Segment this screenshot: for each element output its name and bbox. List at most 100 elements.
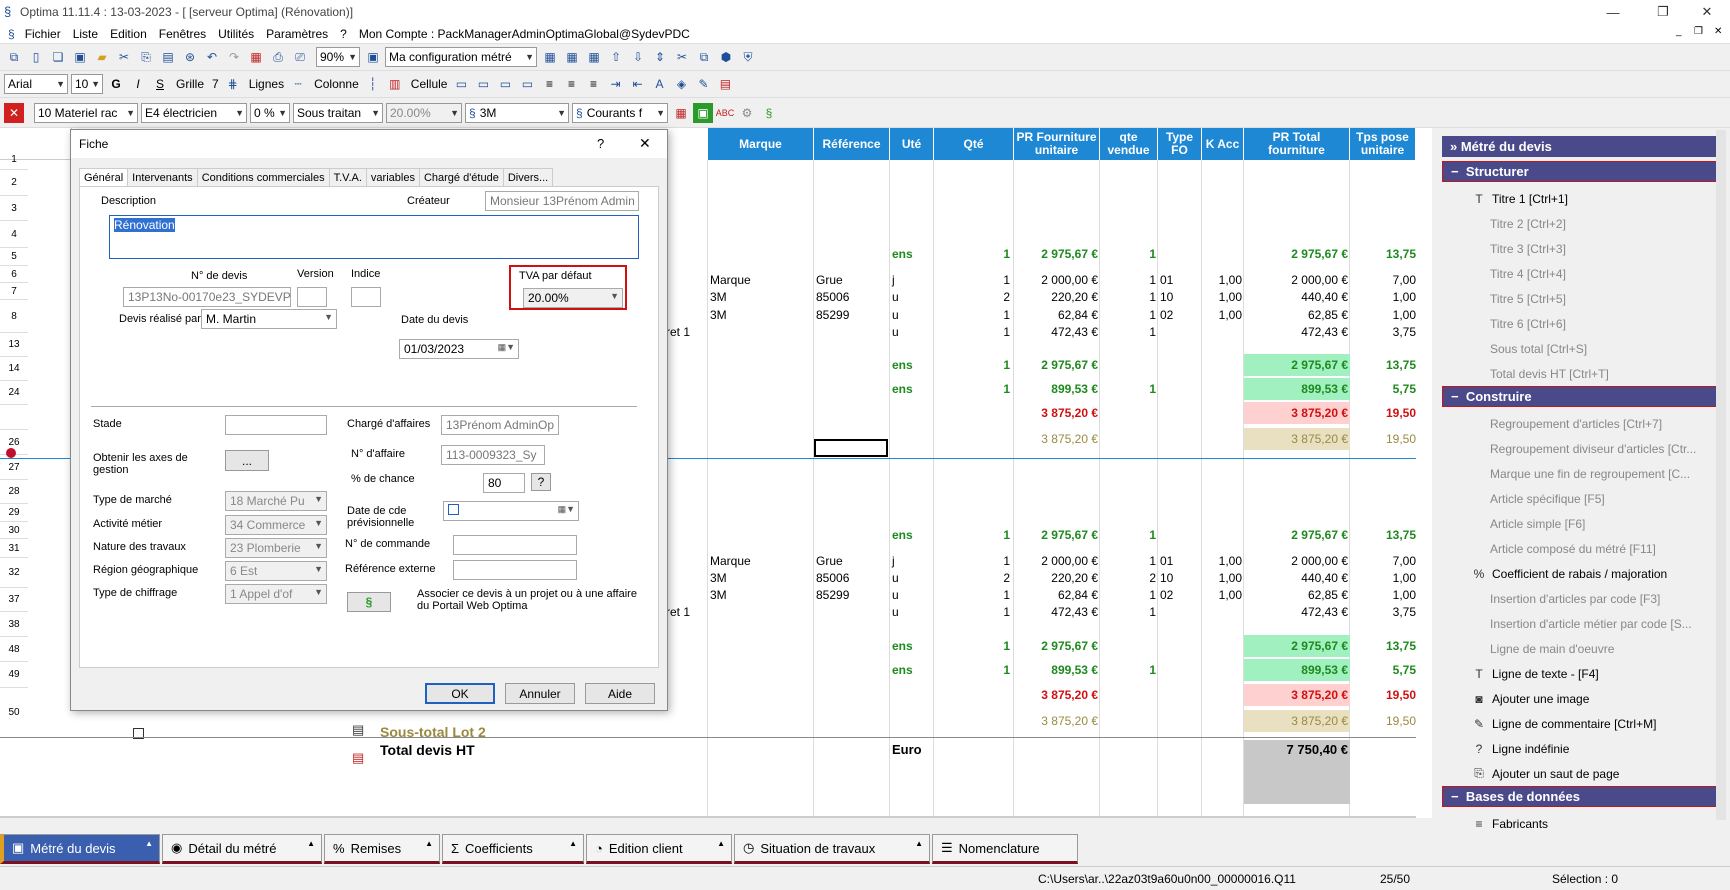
outdent-icon[interactable]: ⇤	[627, 74, 647, 94]
row-number[interactable]: 4	[0, 221, 28, 248]
construire-item-9[interactable]: Ligne de main d'oeuvre	[1442, 636, 1718, 661]
cell-border4-icon[interactable]: ▭	[517, 74, 537, 94]
arrow-up-icon[interactable]: ⇧	[606, 47, 626, 67]
panel-metre-header[interactable]: » Métré du devis	[1442, 136, 1718, 157]
menu-utilites[interactable]: Utilités	[218, 27, 254, 41]
column-header-3[interactable]: Qté	[934, 128, 1014, 160]
dialog-tab-2[interactable]: Conditions commerciales	[196, 168, 330, 187]
row-number[interactable]: 28	[0, 480, 28, 504]
axes-button[interactable]: ...	[225, 450, 269, 471]
menu-fenetres[interactable]: Fenêtres	[159, 27, 206, 41]
cell-border-icon[interactable]: ▭	[451, 74, 471, 94]
construire-item-4[interactable]: Article simple [F6]	[1442, 511, 1718, 536]
column-header-5[interactable]: qte vendue	[1100, 128, 1158, 160]
tab-coefficients[interactable]: Σ Coefficients ▲	[442, 834, 584, 864]
row-number[interactable]: 29	[0, 504, 28, 522]
pct-select[interactable]: 0 % ▼	[250, 103, 290, 123]
minimize-button[interactable]: —	[1590, 0, 1636, 24]
copy-icon[interactable]: ⎘	[136, 47, 156, 67]
column-header-2[interactable]: Uté	[890, 128, 934, 160]
structurer-item-5[interactable]: Titre 6 [Ctrl+6]	[1442, 311, 1718, 336]
brush-icon[interactable]: ✎	[693, 74, 713, 94]
description-field[interactable]: Rénovation	[109, 215, 639, 259]
menu-parametres[interactable]: Paramètres	[266, 27, 328, 41]
construire-item-12[interactable]: ✎ Ligne de commentaire [Ctrl+M]	[1442, 711, 1718, 736]
layers-icon[interactable]: ⧉	[694, 47, 714, 67]
createur-field[interactable]: Monsieur 13Prénom Admin	[485, 191, 639, 211]
align-center-icon[interactable]: ≡	[561, 74, 581, 94]
ok-button[interactable]: OK	[425, 683, 495, 704]
brand-select[interactable]: § 3M ▼	[465, 103, 569, 123]
nature-select[interactable]: 23 Plomberie ▼	[225, 538, 327, 558]
column-style-icon[interactable]: ┆	[363, 74, 383, 94]
construire-item-0[interactable]: Regroupement d'articles [Ctrl+7]	[1442, 411, 1718, 436]
structurer-item-1[interactable]: Titre 2 [Ctrl+2]	[1442, 211, 1718, 236]
sous-traitan-select[interactable]: Sous traitan ▼	[293, 103, 383, 123]
align-left-icon[interactable]: ≡	[539, 74, 559, 94]
activite-select[interactable]: 34 Commerce ▼	[225, 515, 327, 535]
panel-structurer-header[interactable]: − Structurer	[1442, 161, 1718, 182]
column-header-1[interactable]: Référence	[814, 128, 890, 160]
windows-icon[interactable]: ⧉	[4, 47, 24, 67]
structurer-item-0[interactable]: T Titre 1 [Ctrl+1]	[1442, 186, 1718, 211]
h-scroll-track[interactable]	[0, 816, 1416, 818]
font-select[interactable]: Arial ▼	[4, 74, 68, 94]
save-config-icon[interactable]: ▣	[363, 47, 383, 67]
panel-scrollbar[interactable]	[1716, 130, 1726, 820]
construire-item-1[interactable]: Regroupement diviseur d'articles [Ctr...	[1442, 436, 1718, 461]
new-icon[interactable]: ▯	[26, 47, 46, 67]
region-select[interactable]: 6 Est ▼	[225, 561, 327, 581]
construire-item-8[interactable]: Insertion d'article métier par code [S..…	[1442, 611, 1718, 636]
stamp-icon[interactable]: ⊛	[180, 47, 200, 67]
electricien-select[interactable]: E4 électricien ▼	[141, 103, 247, 123]
row-number[interactable]: 3	[0, 196, 28, 221]
column-header-0[interactable]: Marque	[708, 128, 814, 160]
underline-button[interactable]: S	[150, 74, 170, 94]
tab-situation-de-travaux[interactable]: ◷ Situation de travaux ▲	[734, 834, 930, 864]
tab-nomenclature[interactable]: ☰ Nomenclature	[932, 834, 1078, 864]
structurer-item-6[interactable]: Sous total [Ctrl+S]	[1442, 336, 1718, 361]
column-header-9[interactable]: Tps pose unitaire	[1350, 128, 1416, 160]
rate-select[interactable]: 20.00% ▼	[386, 103, 462, 123]
palette-icon[interactable]: ▦	[671, 103, 691, 123]
font-size-select[interactable]: 10 ▼	[71, 74, 103, 94]
row-number[interactable]: 2	[0, 170, 28, 196]
portail-button[interactable]: §	[347, 592, 391, 612]
menu-help[interactable]: ?	[340, 27, 347, 41]
mdi-close[interactable]: ✕	[1714, 26, 1722, 37]
tab-edition-client[interactable]: ◔ Edition client ▲	[586, 834, 732, 864]
grid2-icon[interactable]: ▦	[562, 47, 582, 67]
row-number[interactable]: 50	[0, 688, 28, 738]
copy-doc-icon[interactable]: ❏	[48, 47, 68, 67]
row-number[interactable]: 31	[0, 539, 28, 558]
tva-select[interactable]: 20.00% ▼	[523, 288, 623, 308]
mdi-minimize[interactable]: _	[1676, 26, 1682, 37]
undo-icon[interactable]: ↶	[202, 47, 222, 67]
chance-help-button[interactable]: ?	[531, 473, 551, 491]
row-number[interactable]	[0, 405, 28, 430]
construire-item-7[interactable]: Insertion d'articles par code [F3]	[1442, 586, 1718, 611]
grid-lines-icon[interactable]: ⋕	[223, 74, 243, 94]
arrow-down-icon[interactable]: ⇩	[628, 47, 648, 67]
dialog-tab-1[interactable]: Intervenants	[127, 168, 198, 187]
row-number[interactable]: 8	[0, 300, 28, 333]
construire-item-14[interactable]: ⎘ Ajouter un saut de page	[1442, 761, 1718, 786]
chiffrage-select[interactable]: 1 Appel d'of ▼	[225, 584, 327, 604]
delete-icon[interactable]: ✕	[4, 103, 24, 123]
menu-edition[interactable]: Edition	[110, 27, 147, 41]
dialog-tab-5[interactable]: Chargé d'étude	[418, 168, 504, 187]
charge-field[interactable]: 13Prénom AdminOp	[441, 415, 559, 435]
checkbox-row-49[interactable]	[128, 724, 148, 742]
construire-item-3[interactable]: Article spécifique [F5]	[1442, 486, 1718, 511]
stade-field[interactable]	[225, 415, 327, 435]
indice-field[interactable]	[351, 287, 381, 307]
column-header-4[interactable]: PR Fourniture unitaire	[1014, 128, 1100, 160]
construire-item-11[interactable]: ◙ Ajouter une image	[1442, 686, 1718, 711]
dialog-help-button[interactable]: ?	[597, 136, 604, 151]
chance-field[interactable]: 80	[483, 473, 525, 493]
dialog-tab-4[interactable]: variables	[365, 168, 420, 187]
shield-icon[interactable]: ⛨	[738, 47, 758, 67]
close-button[interactable]: ✕	[1684, 0, 1730, 24]
gear-icon[interactable]: ⚙	[737, 103, 757, 123]
row-number[interactable]: 14	[0, 357, 28, 381]
